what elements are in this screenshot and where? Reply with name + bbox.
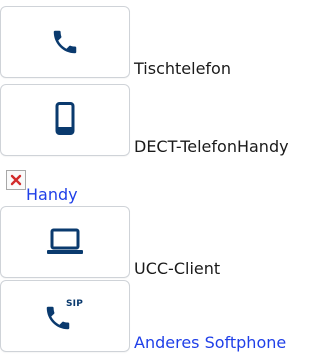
handy-link[interactable]: Handy [26,187,78,204]
sip-phone-icon: SIP [41,299,89,333]
softphone-tile[interactable]: SIP [0,280,130,352]
anderes-softphone-link[interactable]: Anderes Softphone [134,335,286,352]
device-type-list: Tischtelefon DECT-TelefonHandy Handy UCC… [0,0,334,356]
laptop-icon [47,228,83,254]
device-option-dect-phone: DECT-TelefonHandy [0,84,289,156]
device-option-desk-phone: Tischtelefon [0,6,231,78]
device-option-softphone: SIP Anderes Softphone [0,280,286,352]
device-option-ucc-client: UCC-Client [0,206,220,278]
device-option-handy: Handy [6,170,78,203]
device-label: Tischtelefon [134,59,231,78]
device-label: DECT-TelefonHandy [134,137,289,156]
ucc-client-tile[interactable] [0,206,130,278]
dect-phone-tile[interactable] [0,84,130,156]
phone-icon [53,30,77,54]
desk-phone-tile[interactable] [0,6,130,78]
broken-image-icon [6,170,26,190]
sip-badge: SIP [66,299,84,309]
mobile-phone-icon [55,102,75,135]
device-label: UCC-Client [134,259,221,278]
